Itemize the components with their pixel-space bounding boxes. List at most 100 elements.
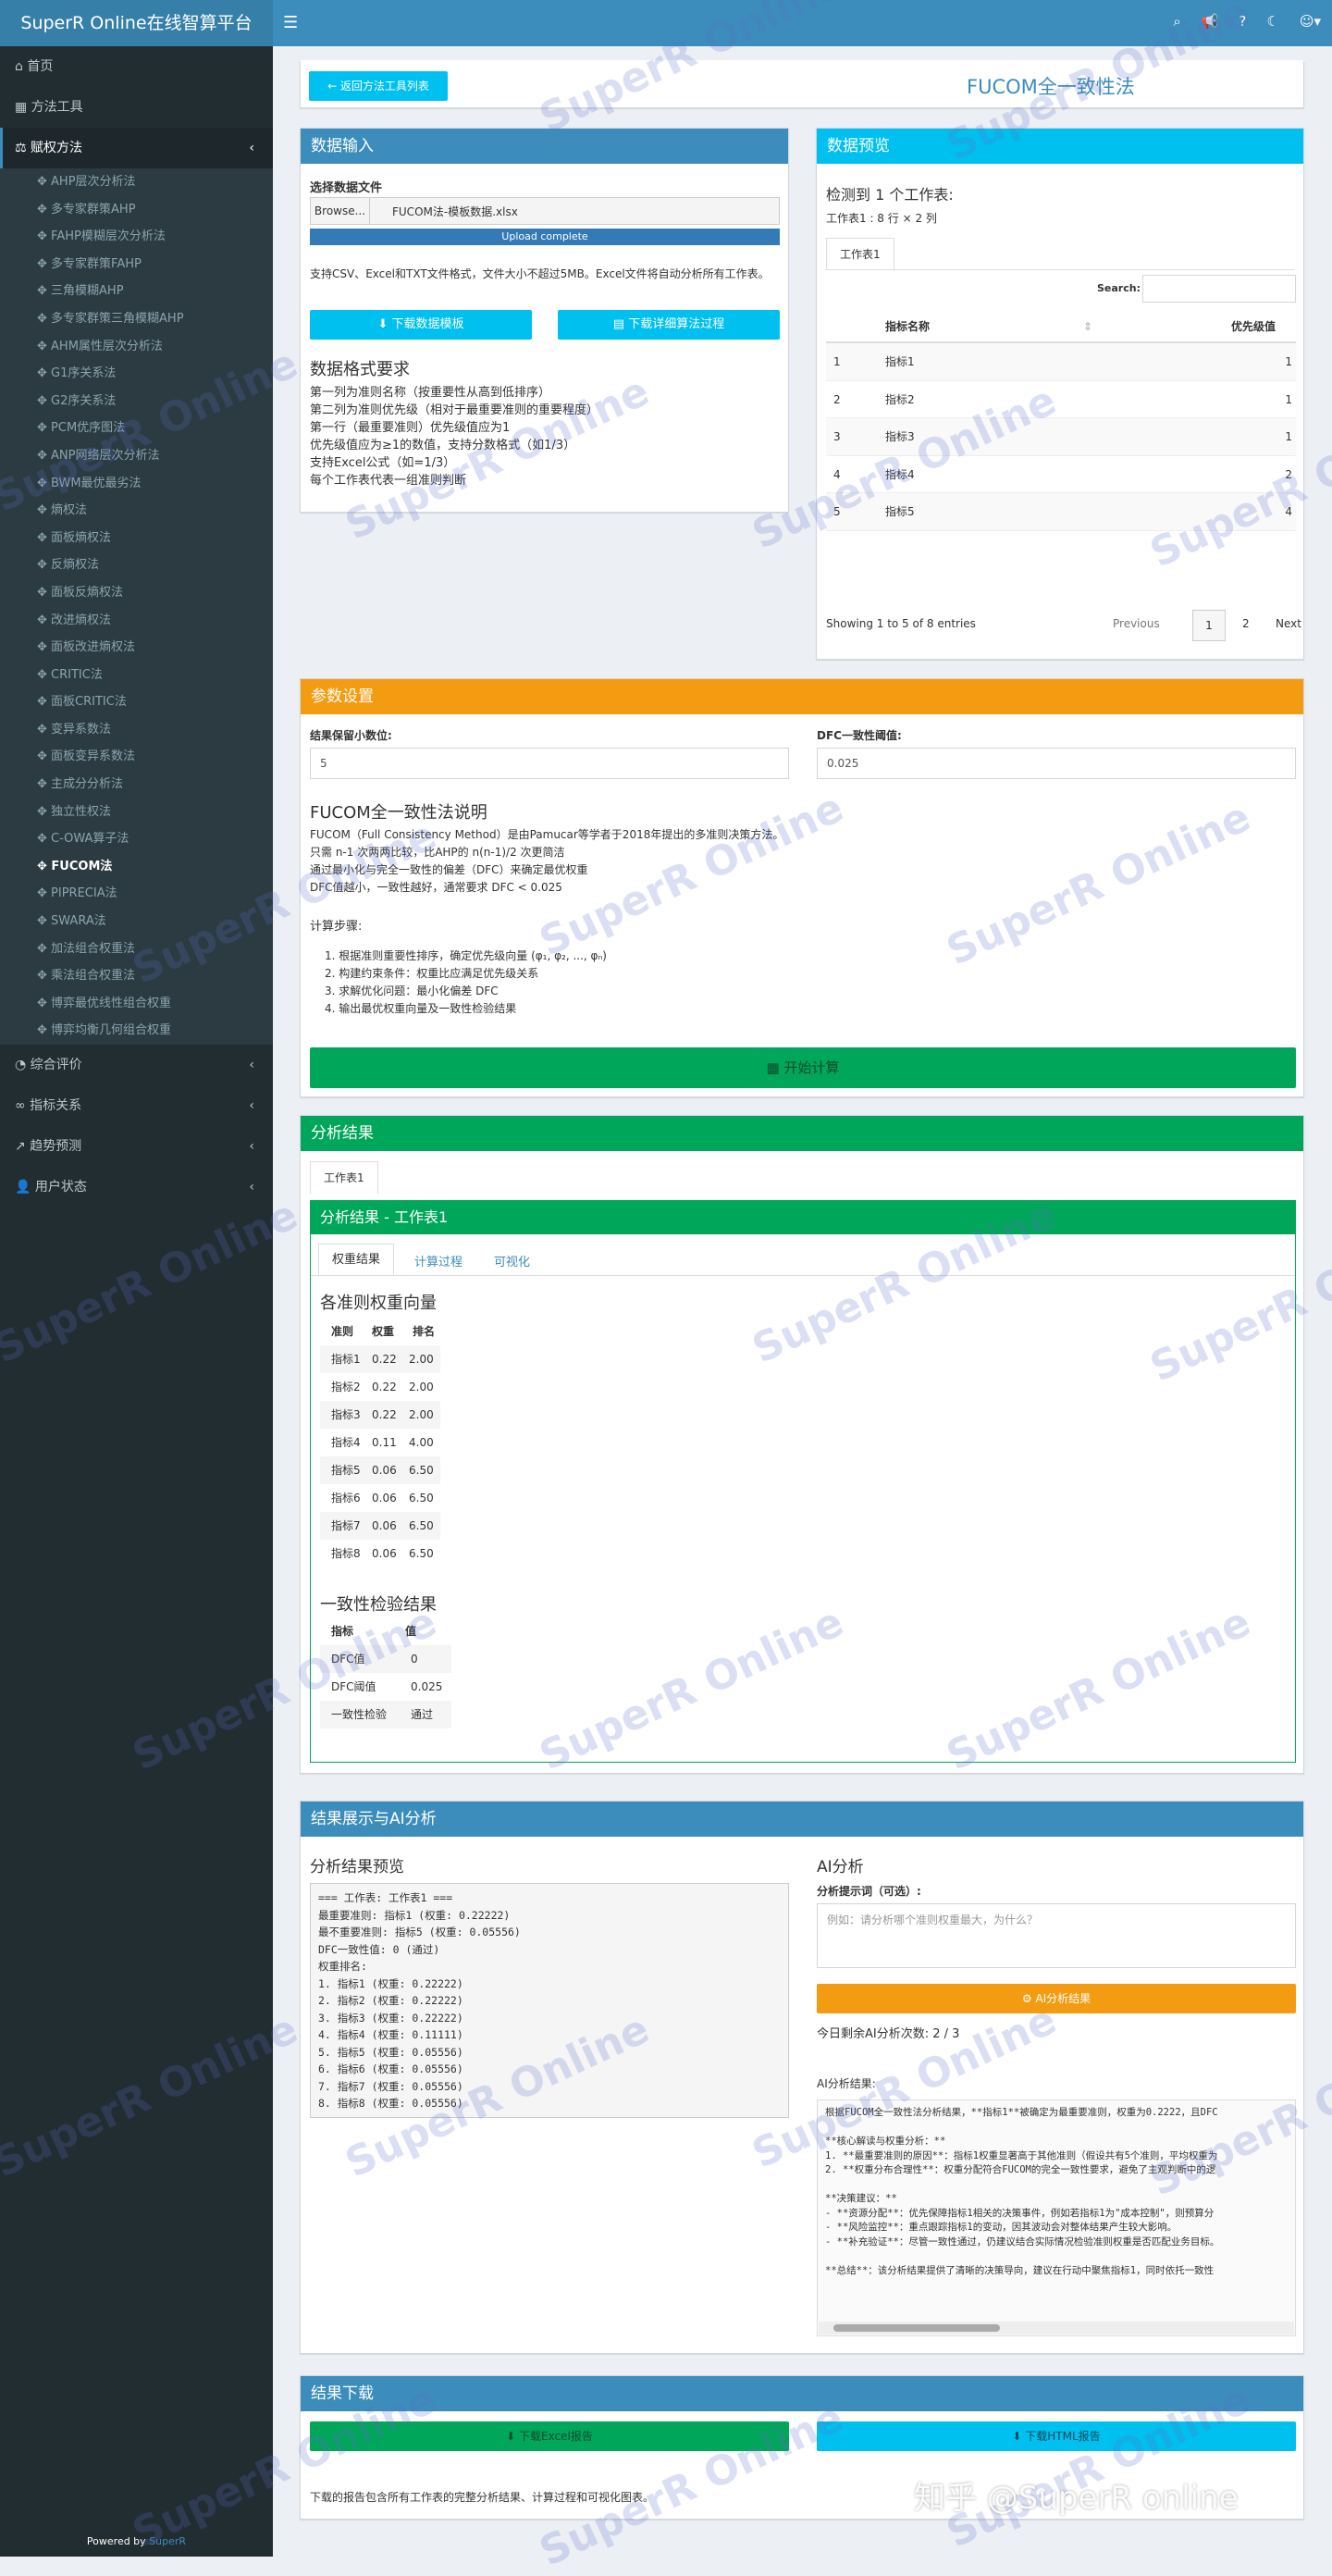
sidebar-subitem[interactable]: ✥ 多专家群策三角模糊AHP — [0, 305, 273, 333]
sort-icon[interactable]: ⇕ — [1083, 310, 1102, 341]
sidebar-item-evaluation[interactable]: ◔ 综合评价 ‹ — [0, 1045, 273, 1085]
sidebar-item-relation[interactable]: ∞ 指标关系 ‹ — [0, 1085, 273, 1126]
table-cell: 1 — [1285, 355, 1292, 368]
tab-process[interactable]: 计算过程 — [414, 1252, 462, 1269]
sidebar-subitem[interactable]: ✥ FUCOM法 — [0, 853, 273, 881]
column-header[interactable]: 优先级值 — [1102, 310, 1296, 341]
sidebar-subitem[interactable]: ✥ 加法组合权重法 — [0, 935, 273, 963]
download-excel-button[interactable]: ⬇ 下载Excel报告 — [310, 2421, 789, 2451]
table-cell: 0.06 — [372, 1492, 397, 1505]
sidebar-subitem[interactable]: ✥ C-OWA算子法 — [0, 825, 273, 853]
download-note: 下载的报告包含所有工作表的完整分析结果、计算过程和可视化图表。 — [310, 2491, 655, 2504]
search-label: Search: — [1097, 282, 1141, 294]
browse-button[interactable]: Browse... — [311, 198, 370, 224]
page-2-button[interactable]: 2 — [1242, 617, 1250, 630]
download-template-button[interactable]: ⬇ 下载数据模板 — [310, 310, 532, 340]
sidebar-subitem[interactable]: ✥ 面板熵权法 — [0, 525, 273, 552]
sidebar-item-user[interactable]: 👤 用户状态 ‹ — [0, 1167, 273, 1208]
tab-sheet1[interactable]: 工作表1 — [310, 1161, 378, 1194]
table-cell: 2.00 — [409, 1381, 434, 1393]
moon-icon[interactable]: ☾ — [1266, 13, 1278, 30]
table-cell: 0 — [411, 1653, 418, 1666]
file-label: 选择数据文件 — [310, 181, 383, 195]
sidebar-item-home[interactable]: ⌂ 首页 — [0, 46, 273, 87]
table-row[interactable]: 4 指标4 2 — [826, 456, 1296, 493]
table-row[interactable]: 3 指标3 1 — [826, 418, 1296, 456]
tab-weights[interactable]: 权重结果 — [318, 1244, 395, 1276]
sidebar-subitem[interactable]: ✥ G1序关系法 — [0, 360, 273, 388]
sidebar-subitem[interactable]: ✥ 面板CRITIC法 — [0, 688, 273, 716]
sidebar-subitem[interactable]: ✥ PIPRECIA法 — [0, 880, 273, 908]
sidebar-subitem[interactable]: ✥ PCM优序图法 — [0, 415, 273, 442]
move-icon: ✥ — [37, 804, 52, 819]
table-cell: 0.22 — [372, 1381, 397, 1393]
format-title: 数据格式要求 — [310, 360, 410, 379]
sidebar-subitem[interactable]: ✥ 改进熵权法 — [0, 607, 273, 635]
data-input-title: 数据输入 — [301, 129, 788, 164]
sidebar-subitem[interactable]: ✥ 面板反熵权法 — [0, 579, 273, 607]
app-logo[interactable]: SuperR Online在线智算平台 — [0, 0, 273, 46]
megaphone-icon[interactable]: 📢 — [1202, 13, 1219, 30]
sidebar-item-forecast[interactable]: ↗ 趋势预测 ‹ — [0, 1126, 273, 1167]
sidebar-subitem[interactable]: ✥ 博弈最优线性组合权重 — [0, 990, 273, 1018]
download-html-button[interactable]: ⬇ 下载HTML报告 — [817, 2421, 1296, 2451]
next-button[interactable]: Next — [1276, 617, 1301, 630]
dfc-input[interactable]: 0.025 — [817, 748, 1296, 779]
sidebar-subitem[interactable]: ✥ 面板改进熵权法 — [0, 634, 273, 662]
search-input[interactable] — [1142, 275, 1296, 303]
move-icon: ✥ — [37, 667, 52, 682]
sidebar-item-label: 赋权方法 — [31, 141, 83, 155]
prev-button[interactable]: Previous — [1113, 617, 1160, 630]
sidebar-subitem[interactable]: ✥ 独立性权法 — [0, 799, 273, 826]
help-icon[interactable]: ? — [1239, 13, 1246, 30]
download-process-button[interactable]: ▤ 下载详细算法过程 — [558, 310, 780, 340]
sidebar-subitem[interactable]: ✥ 三角模糊AHP — [0, 278, 273, 305]
sidebar-subitem[interactable]: ✥ 变异系数法 — [0, 716, 273, 744]
start-calc-button[interactable]: ▦ 开始计算 — [310, 1047, 1296, 1088]
sidebar-subitem[interactable]: ✥ BWM最优最劣法 — [0, 470, 273, 498]
decimal-input[interactable]: 5 — [310, 748, 789, 779]
sidebar-subitem[interactable]: ✥ 博弈均衡几何组合权重 — [0, 1017, 273, 1045]
column-header[interactable]: 指标名称 — [885, 310, 1083, 341]
sidebar-subitem[interactable]: ✥ 主成分分析法 — [0, 771, 273, 799]
menu-toggle-icon[interactable]: ☰ — [283, 13, 298, 32]
powered-brand[interactable]: SuperR — [149, 2535, 186, 2547]
sidebar-subitem[interactable]: ✥ AHM属性层次分析法 — [0, 333, 273, 361]
tab-visual[interactable]: 可视化 — [494, 1252, 530, 1269]
text-line: 第二列为准则优先级（相对于最重要准则的重要程度） — [310, 403, 599, 417]
column-header[interactable] — [826, 310, 885, 341]
sidebar-subitem[interactable]: ✥ 反熵权法 — [0, 551, 273, 579]
table-cell: 指标2 — [331, 1381, 361, 1393]
table-row[interactable]: 1 指标1 1 — [826, 343, 1296, 381]
sidebar-item-tools[interactable]: ▦ 方法工具 — [0, 87, 273, 128]
sidebar-subitem[interactable]: ✥ FAHP模糊层次分析法 — [0, 223, 273, 251]
tab-sheet1[interactable]: 工作表1 — [826, 238, 894, 270]
search-icon[interactable]: ⌕ — [1173, 13, 1180, 30]
sidebar-subitem[interactable]: ✥ 多专家群策AHP — [0, 196, 273, 224]
horizontal-scrollbar[interactable] — [819, 2322, 1294, 2334]
users-icon[interactable]: ☺▾ — [1300, 13, 1321, 30]
sidebar-subitem[interactable]: ✥ ANP网络层次分析法 — [0, 442, 273, 470]
sheet-info: 工作表1 : 8 行 × 2 列 — [826, 212, 937, 225]
sidebar-subitem-label: PIPRECIA法 — [51, 886, 117, 901]
sidebar-item-weighting[interactable]: ⚖ 赋权方法 ‹ — [0, 128, 273, 168]
scrollbar-thumb[interactable] — [833, 2324, 1000, 2332]
link-icon: ∞ — [15, 1098, 31, 1113]
prompt-textarea[interactable]: 例如：请分析哪个准则权重最大，为什么？ — [817, 1903, 1296, 1968]
sidebar-subitem[interactable]: ✥ AHP层次分析法 — [0, 168, 273, 196]
ai-analyze-button[interactable]: ⚙ AI分析结果 — [817, 1984, 1296, 2013]
sidebar-subitem[interactable]: ✥ 乘法组合权重法 — [0, 962, 273, 990]
file-input[interactable]: Browse... FUCOM法-模板数据.xlsx — [310, 197, 780, 225]
upload-progress-bar: Upload complete — [310, 229, 780, 245]
sidebar-subitem[interactable]: ✥ SWARA法 — [0, 908, 273, 935]
sidebar-subitem[interactable]: ✥ 多专家群策FAHP — [0, 251, 273, 279]
sidebar-subitem[interactable]: ✥ G2序关系法 — [0, 388, 273, 415]
page-1-button[interactable]: 1 — [1192, 610, 1226, 641]
sidebar-subitem[interactable]: ✥ CRITIC法 — [0, 662, 273, 689]
table-row[interactable]: 5 指标5 4 — [826, 493, 1296, 531]
back-button[interactable]: ← 返回方法工具列表 — [309, 71, 448, 101]
table-row[interactable]: 2 指标2 1 — [826, 381, 1296, 418]
sidebar-subitem[interactable]: ✥ 面板变异系数法 — [0, 743, 273, 771]
sidebar-subitem[interactable]: ✥ 熵权法 — [0, 497, 273, 525]
weights-title: 各准则权重向量 — [320, 1294, 437, 1313]
